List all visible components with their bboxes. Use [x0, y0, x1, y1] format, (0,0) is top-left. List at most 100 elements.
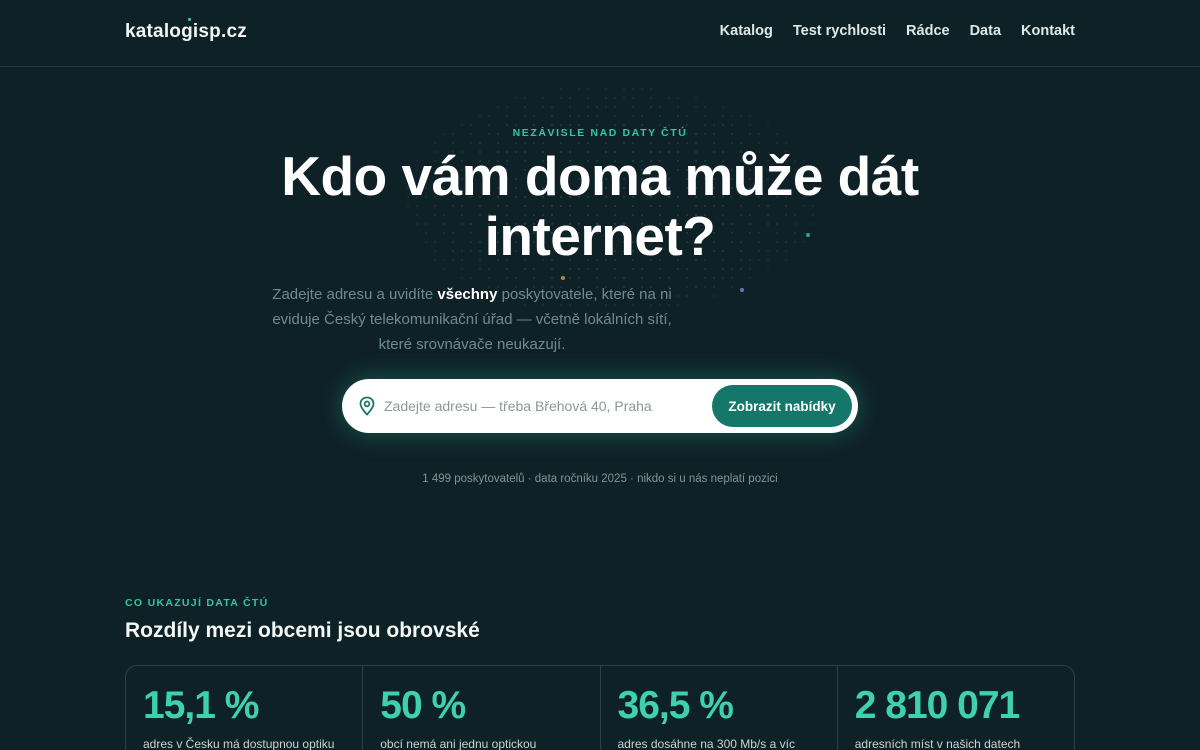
decor-dot	[596, 277, 598, 279]
decor-dot	[659, 106, 661, 108]
decor-dot	[506, 268, 508, 270]
decor-dot	[713, 277, 715, 279]
decor-dot	[524, 106, 526, 108]
decor-dot	[731, 115, 733, 117]
nav-link-data[interactable]: Data	[970, 23, 1001, 39]
decor-dot	[569, 268, 571, 270]
decor-dot	[488, 115, 490, 117]
decor-dot	[524, 97, 526, 99]
decor-accent-dot	[740, 288, 744, 292]
decor-dot	[704, 115, 706, 117]
decor-dot	[641, 88, 643, 90]
decor-dot	[488, 268, 490, 270]
hero-eyebrow: NEZÁVISLE NAD DATY ČTÚ	[512, 127, 688, 139]
decor-dot	[506, 277, 508, 279]
decor-dot	[569, 97, 571, 99]
nav-link-radce[interactable]: Rádce	[906, 23, 950, 39]
decor-dot	[533, 268, 535, 270]
decor-dot	[452, 142, 454, 144]
decor-dot	[542, 142, 544, 144]
decor-dot	[722, 115, 724, 117]
decor-dot	[533, 142, 535, 144]
decor-dot	[632, 115, 634, 117]
decor-dot	[695, 142, 697, 144]
decor-dot	[785, 142, 787, 144]
stat-card: 2 810 071 adresních míst v našich datech	[838, 666, 1074, 750]
decor-dot	[695, 286, 697, 288]
decor-dot	[605, 142, 607, 144]
decor-dot	[668, 97, 670, 99]
decor-dot	[659, 268, 661, 270]
decor-dot	[758, 142, 760, 144]
address-search-input[interactable]	[384, 391, 704, 421]
decor-dot	[713, 295, 715, 297]
decor-dot	[488, 277, 490, 279]
decor-dot	[605, 97, 607, 99]
decor-dot	[506, 106, 508, 108]
stats-grid: 15,1 % adres v Česku má dostupnou optiku…	[125, 665, 1075, 750]
site-logo[interactable]: katalogisp.cz	[125, 21, 247, 43]
show-offers-button[interactable]: Zobrazit nabídky	[712, 385, 852, 427]
decor-dot	[740, 142, 742, 144]
decor-dot	[506, 115, 508, 117]
decor-dot	[461, 268, 463, 270]
stat-label: obcí nemá ani jednu optickou	[380, 737, 537, 750]
decor-dot	[479, 268, 481, 270]
decor-dot	[569, 277, 571, 279]
decor-dot	[713, 124, 715, 126]
decor-dot	[650, 142, 652, 144]
decor-dot	[722, 106, 724, 108]
decor-dot	[659, 124, 661, 126]
decor-dot	[434, 142, 436, 144]
hero-subtitle-bold: všechny	[437, 286, 498, 303]
decor-dot	[641, 277, 643, 279]
decor-dot	[641, 115, 643, 117]
decor-dot	[740, 268, 742, 270]
decor-dot	[560, 124, 562, 126]
decor-dot	[767, 268, 769, 270]
decor-dot	[749, 268, 751, 270]
decor-dot	[488, 124, 490, 126]
decor-dot	[470, 124, 472, 126]
decor-dot	[704, 277, 706, 279]
decor-dot	[479, 142, 481, 144]
decor-dot	[659, 277, 661, 279]
decor-dot	[731, 142, 733, 144]
decor-dot	[659, 115, 661, 117]
nav-link-katalog[interactable]: Katalog	[720, 23, 773, 39]
stat-label: adresních míst v našich datech	[854, 737, 1021, 750]
decor-dot	[569, 124, 571, 126]
decor-dot	[461, 124, 463, 126]
decor-dot	[569, 115, 571, 117]
decor-dot	[677, 268, 679, 270]
decor-dot	[560, 88, 562, 90]
decor-dot	[686, 142, 688, 144]
decor-dot	[524, 268, 526, 270]
decor-dot	[677, 97, 679, 99]
decor-dot	[542, 97, 544, 99]
decor-dot	[443, 268, 445, 270]
decor-dot	[596, 124, 598, 126]
decor-dot	[614, 106, 616, 108]
stat-value: 36,5 %	[617, 684, 734, 727]
stat-card: 15,1 % adres v Česku má dostupnou optiku	[126, 666, 364, 750]
decor-dot	[668, 277, 670, 279]
decor-dot	[533, 277, 535, 279]
decor-dot	[641, 124, 643, 126]
main-nav: Katalog Test rychlosti Rádce Data Kontak…	[720, 23, 1075, 39]
hero-title: Kdo vám doma může dát internet?	[281, 145, 919, 267]
nav-link-kontakt[interactable]: Kontakt	[1021, 23, 1075, 39]
address-search-bar: Zobrazit nabídky	[342, 379, 858, 433]
decor-dot	[623, 88, 625, 90]
stat-value: 2 810 071	[854, 684, 1021, 727]
decor-dot	[713, 286, 715, 288]
decor-dot	[776, 142, 778, 144]
hero-subtitle: Zadejte adresu a uvidíte všechny poskyto…	[262, 282, 682, 357]
decor-dot	[479, 115, 481, 117]
stat-label: adres dosáhne na 300 Mb/s a víc	[617, 737, 795, 750]
stat-card: 50 % obcí nemá ani jednu optickou	[363, 666, 601, 750]
nav-link-test-rychlosti[interactable]: Test rychlosti	[793, 23, 886, 39]
provider-stats-meta: 1 499 poskytovatelů · data ročníku 2025 …	[422, 473, 778, 485]
decor-dot	[704, 106, 706, 108]
decor-dot	[614, 277, 616, 279]
